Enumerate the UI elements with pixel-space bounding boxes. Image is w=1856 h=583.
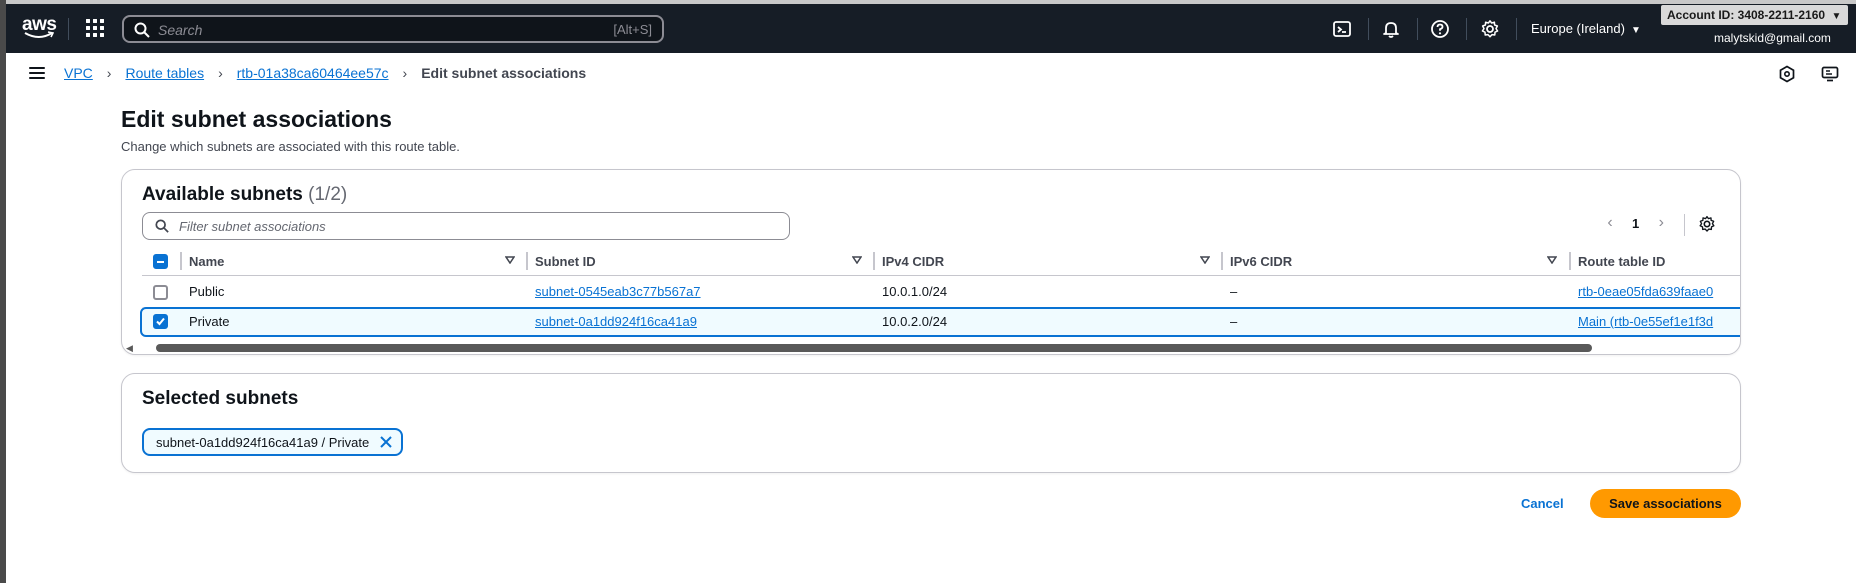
- search-input[interactable]: Search [Alt+S]: [122, 15, 664, 43]
- breadcrumb: VPC › Route tables › rtb-01a38ca60464ee5…: [64, 65, 586, 81]
- chevron-right-icon: ›: [402, 65, 408, 81]
- account-email: malytskid@gmail.com: [1714, 31, 1831, 45]
- menu-hamburger-icon[interactable]: [29, 67, 45, 79]
- account-caret-icon: ▼: [1831, 11, 1842, 22]
- available-subnets-container: Available subnets (1/2) Filter subnet as…: [121, 169, 1741, 355]
- aws-logo[interactable]: aws: [22, 14, 57, 44]
- cell-name: Public: [189, 284, 225, 299]
- select-all-checkbox[interactable]: [153, 254, 168, 269]
- cancel-button[interactable]: Cancel: [1521, 496, 1564, 511]
- account-id: Account ID: 3408-2211-2160: [1667, 8, 1826, 22]
- table-row-selected[interactable]: Private subnet-0a1dd924f16ca41a9 10.0.2.…: [140, 307, 1740, 337]
- cell-route-table-link[interactable]: rtb-0eae05fda639faae0: [1578, 284, 1713, 299]
- available-subnets-count: (1/2): [308, 184, 348, 205]
- search-icon: [155, 219, 169, 233]
- remove-token-close-icon[interactable]: [379, 435, 393, 449]
- cell-route-table-link[interactable]: Main (rtb-0e55ef1e1f3d: [1578, 314, 1713, 329]
- scroll-left-arrow-icon[interactable]: ◀: [126, 343, 133, 354]
- column-header-name[interactable]: Name: [189, 254, 224, 269]
- page-title: Edit subnet associations: [121, 106, 392, 132]
- column-divider[interactable]: [1221, 252, 1223, 270]
- cell-ipv4-cidr: 10.0.2.0/24: [882, 314, 948, 329]
- chevron-right-icon: ›: [218, 65, 223, 81]
- available-subnets-title: Available subnets (1/2): [142, 184, 347, 206]
- account-menu[interactable]: Account ID: 3408-2211-2160 ▼: [1661, 5, 1848, 25]
- top-navigation: aws Search [Alt+S] Europe (Ireland) ▼ Ac…: [6, 4, 1856, 53]
- nav-divider: [1466, 18, 1467, 40]
- help-icon[interactable]: [1430, 19, 1450, 39]
- current-page-number[interactable]: 1: [1632, 216, 1639, 231]
- column-divider: [180, 252, 182, 270]
- search-shortcut: [Alt+S]: [613, 22, 652, 37]
- search-placeholder: Search: [158, 22, 203, 38]
- filter-placeholder: Filter subnet associations: [179, 219, 326, 234]
- sort-caret-icon[interactable]: [1200, 256, 1210, 264]
- column-header-ipv4-cidr[interactable]: IPv4 CIDR: [882, 254, 944, 269]
- aws-smile-icon: [24, 31, 54, 38]
- cell-ipv6-cidr: –: [1230, 314, 1238, 329]
- chevron-right-icon: ›: [106, 65, 112, 81]
- column-divider[interactable]: [526, 252, 528, 270]
- search-icon: [134, 22, 150, 38]
- column-header-ipv6-cidr[interactable]: IPv6 CIDR: [1230, 254, 1292, 269]
- pagination: ‹ 1 ›: [1600, 214, 1671, 232]
- settings-gear-icon[interactable]: [1480, 19, 1500, 39]
- save-associations-button[interactable]: Save associations: [1590, 489, 1741, 518]
- hexagon-info-icon[interactable]: [1778, 65, 1796, 83]
- breadcrumb-current: Edit subnet associations: [421, 65, 587, 81]
- sort-caret-icon[interactable]: [505, 256, 515, 264]
- services-grid-icon[interactable]: [86, 19, 104, 37]
- region-selector[interactable]: Europe (Ireland) ▼: [1531, 21, 1641, 36]
- pager-divider: [1684, 214, 1685, 236]
- cell-subnet-id-link[interactable]: subnet-0545eab3c77b567a7: [535, 284, 701, 299]
- nav-divider: [1368, 18, 1369, 40]
- column-divider[interactable]: [1569, 252, 1571, 270]
- sort-caret-icon[interactable]: [852, 256, 862, 264]
- cloudshell-icon[interactable]: [1332, 19, 1352, 39]
- selected-subnets-title: Selected subnets: [142, 388, 299, 409]
- nav-divider: [1417, 18, 1418, 40]
- nav-divider: [1516, 18, 1517, 40]
- cell-name: Private: [189, 314, 230, 329]
- table-preferences-gear-icon[interactable]: [1698, 215, 1716, 233]
- breadcrumb-route-tables[interactable]: Route tables: [125, 65, 204, 81]
- region-label: Europe (Ireland): [1531, 21, 1625, 36]
- selected-subnets-container: Selected subnets subnet-0a1dd924f16ca41a…: [121, 373, 1741, 473]
- checkmark-icon: [156, 317, 165, 326]
- cell-ipv6-cidr: –: [1230, 284, 1238, 299]
- table-row[interactable]: Public subnet-0545eab3c77b567a7 10.0.1.0…: [142, 277, 1740, 308]
- screen-panel-icon[interactable]: [1821, 65, 1839, 83]
- notifications-bell-icon[interactable]: [1381, 19, 1401, 39]
- sort-caret-icon[interactable]: [1547, 256, 1557, 264]
- filter-subnet-input[interactable]: Filter subnet associations: [142, 212, 790, 240]
- breadcrumb-vpc[interactable]: VPC: [64, 65, 93, 81]
- row-checkbox[interactable]: [153, 285, 168, 300]
- token-label: subnet-0a1dd924f16ca41a9 / Private: [156, 434, 370, 450]
- region-caret-icon: ▼: [1630, 25, 1641, 36]
- row-checkbox-checked[interactable]: [153, 314, 168, 329]
- breadcrumb-route-table-id[interactable]: rtb-01a38ca60464ee57c: [237, 65, 389, 81]
- selected-subnet-token: subnet-0a1dd924f16ca41a9 / Private: [142, 428, 404, 456]
- available-subnets-heading: Available subnets: [142, 184, 303, 205]
- column-header-route-table-id[interactable]: Route table ID: [1578, 254, 1665, 269]
- table-header: Name Subnet ID IPv4 CIDR IPv6 CIDR Route…: [142, 248, 1740, 276]
- previous-page-icon[interactable]: ‹: [1600, 214, 1620, 232]
- next-page-icon[interactable]: ›: [1651, 214, 1671, 232]
- page-description: Change which subnets are associated with…: [121, 139, 460, 154]
- breadcrumb-bar: VPC › Route tables › rtb-01a38ca60464ee5…: [6, 53, 1856, 95]
- column-divider[interactable]: [873, 252, 875, 270]
- horizontal-scrollbar[interactable]: ◀ ▶: [126, 343, 1740, 353]
- nav-divider: [68, 18, 69, 40]
- column-header-subnet-id[interactable]: Subnet ID: [535, 254, 596, 269]
- cell-subnet-id-link[interactable]: subnet-0a1dd924f16ca41a9: [535, 314, 697, 329]
- scrollbar-thumb[interactable]: [156, 344, 1592, 352]
- cell-ipv4-cidr: 10.0.1.0/24: [882, 284, 948, 299]
